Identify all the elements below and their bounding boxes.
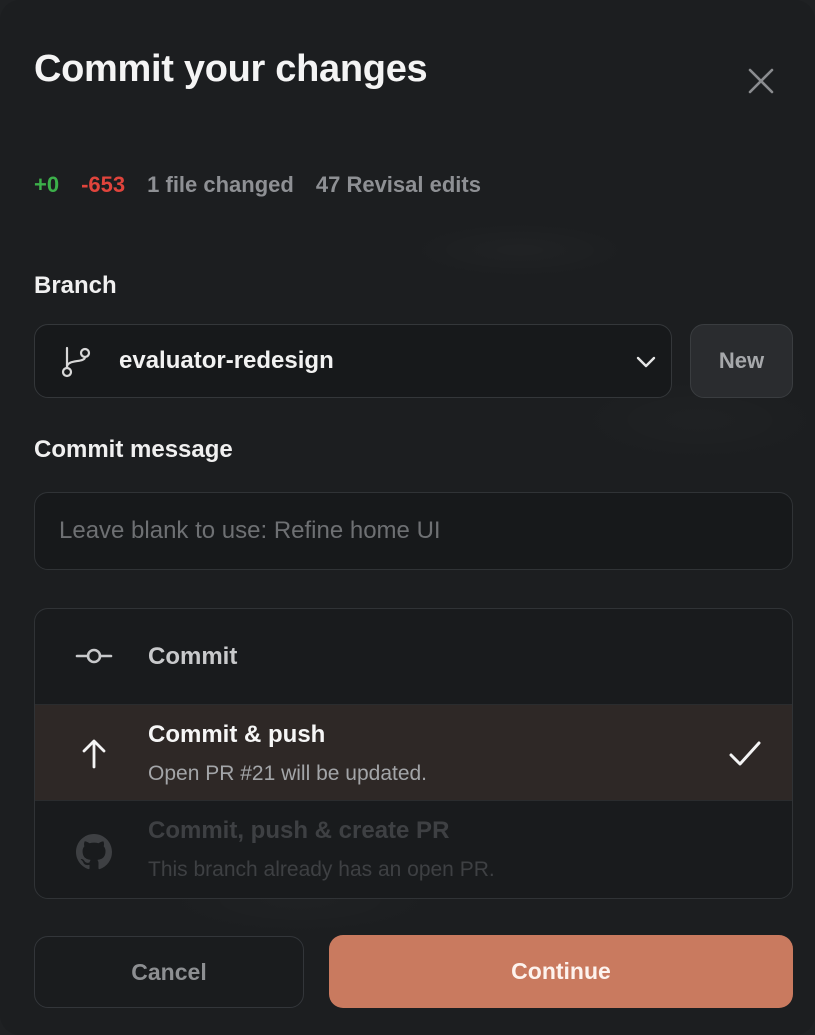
files-changed: 1 file changed <box>147 172 294 197</box>
commit-message-label: Commit message <box>34 436 233 463</box>
branch-dropdown[interactable]: evaluator-redesign <box>34 324 672 398</box>
selected-branch: evaluator-redesign <box>119 347 334 374</box>
continue-button[interactable]: Continue <box>329 935 793 1008</box>
cancel-button[interactable]: Cancel <box>34 936 304 1008</box>
commit-dialog: Commit your changes +0 -653 1 file chang… <box>0 0 815 1035</box>
branch-label: Branch <box>34 272 117 299</box>
deletions-count: -653 <box>81 172 126 197</box>
option-title: Commit & push <box>148 721 326 748</box>
additions-count: +0 <box>34 172 60 197</box>
option-subtitle: Open PR #21 will be updated. <box>148 762 428 785</box>
revisal-edits: 47 Revisal edits <box>315 172 481 197</box>
option-subtitle: This branch already has an open PR. <box>148 858 495 881</box>
chevron-down-icon <box>636 356 656 368</box>
dialog-title: Commit your changes <box>34 48 428 90</box>
commit-icon <box>75 637 113 675</box>
close-button[interactable] <box>740 60 782 102</box>
arrow-up-icon <box>75 735 113 773</box>
option-commit[interactable]: Commit <box>35 609 792 704</box>
change-stats: +0 -653 1 file changed 47 Revisal edits <box>34 172 481 198</box>
option-commit-push-create-pr: Commit, push & create PR This branch alr… <box>35 801 792 898</box>
close-icon <box>748 68 774 94</box>
github-icon <box>75 833 113 871</box>
commit-options: Commit Commit & push Open PR #21 will be… <box>34 608 793 899</box>
check-icon <box>729 741 761 766</box>
git-branch-icon <box>61 346 91 378</box>
option-commit-push[interactable]: Commit & push Open PR #21 will be update… <box>35 704 792 801</box>
new-branch-button[interactable]: New <box>690 324 793 398</box>
commit-message-input[interactable] <box>34 492 793 570</box>
option-title: Commit, push & create PR <box>148 817 450 844</box>
option-title: Commit <box>148 643 238 670</box>
